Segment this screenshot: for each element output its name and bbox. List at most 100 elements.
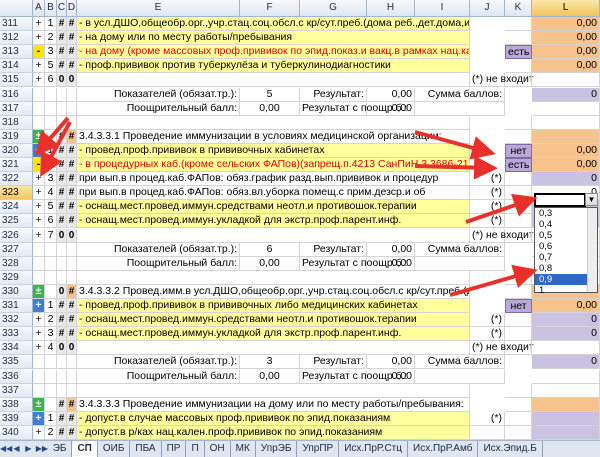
outline-toggle[interactable] — [33, 369, 45, 384]
score-cell[interactable] — [532, 115, 600, 130]
outline-toggle[interactable]: + — [33, 73, 45, 88]
row-number[interactable]: 320 — [0, 143, 33, 158]
sheet-tab[interactable]: ЭБ — [47, 441, 73, 457]
outline-toggle[interactable]: + — [33, 186, 45, 201]
outline-toggle[interactable]: + — [33, 299, 45, 313]
score-cell[interactable] — [532, 411, 600, 426]
score-cell[interactable] — [532, 425, 600, 440]
outline-toggle[interactable]: + — [33, 228, 45, 243]
row-number[interactable]: 318 — [0, 115, 33, 130]
dropdown-list[interactable]: 0,3 0,4 0,5 0,6 0,7 0,8 0,9 1 — [534, 207, 598, 296]
sheet-tab[interactable]: ПР — [161, 441, 187, 457]
column-header-e[interactable]: E — [77, 0, 240, 17]
row-number[interactable]: 331 — [0, 299, 33, 313]
score-cell[interactable] — [532, 369, 600, 384]
row-number[interactable]: 322 — [0, 172, 33, 187]
row-number[interactable]: 337 — [0, 383, 33, 398]
dropdown-option[interactable]: 0,9 — [535, 274, 587, 285]
score-cell[interactable] — [532, 341, 600, 356]
row-number[interactable]: 327 — [0, 242, 33, 257]
outline-toggle[interactable]: + — [33, 411, 45, 426]
row-number[interactable]: 340 — [0, 425, 33, 440]
outline-toggle[interactable]: + — [33, 31, 45, 46]
row-number[interactable]: 311 — [0, 17, 33, 31]
sheet-tab[interactable]: ОН — [204, 441, 231, 457]
column-header-k[interactable]: K — [505, 0, 532, 17]
score-cell[interactable]: 0,00 — [532, 45, 600, 60]
score-cell[interactable]: 0,00 — [532, 17, 600, 31]
row-number[interactable]: 321 — [0, 158, 33, 172]
score-cell[interactable]: 0,00 — [532, 59, 600, 74]
column-header-h[interactable]: H — [367, 0, 415, 17]
row-number[interactable]: 333 — [0, 327, 33, 342]
column-header-g[interactable]: G — [300, 0, 367, 17]
row-number[interactable]: 323 — [0, 186, 33, 201]
score-cell[interactable]: 0,00 — [532, 158, 600, 172]
sheet-tab[interactable]: УпрЭБ — [255, 441, 298, 457]
outline-toggle[interactable] — [33, 101, 45, 116]
sheet-tab[interactable]: УпрПР — [297, 441, 340, 457]
status-button[interactable]: есть — [505, 45, 532, 60]
outline-toggle[interactable] — [33, 87, 45, 102]
row-number[interactable]: 329 — [0, 270, 33, 285]
sheet-tab[interactable]: ОИБ — [97, 441, 131, 457]
score-cell[interactable]: 0 — [532, 355, 600, 370]
active-cell-L323[interactable] — [534, 193, 586, 207]
prev-sheet-icon[interactable]: ◀ — [12, 441, 21, 457]
first-sheet-icon[interactable]: ◀◀ — [0, 441, 12, 457]
sheet-tab[interactable]: Исх.ПрР.Амб — [408, 441, 479, 457]
score-cell[interactable] — [532, 129, 600, 144]
outline-toggle[interactable]: + — [33, 214, 45, 229]
status-button[interactable]: нет — [505, 299, 532, 313]
column-header-l[interactable]: L — [532, 0, 600, 17]
dropdown-scrollbar[interactable] — [587, 208, 597, 292]
sheet-tab[interactable]: П — [186, 441, 205, 457]
sheet-tab[interactable]: СП — [72, 441, 98, 457]
outline-toggle[interactable]: - — [33, 45, 45, 60]
row-number[interactable]: 328 — [0, 256, 33, 271]
outline-toggle[interactable]: + — [33, 59, 45, 74]
row-number[interactable]: 332 — [0, 313, 33, 328]
row-number[interactable]: 334 — [0, 341, 33, 356]
dropdown-option[interactable]: 1 — [535, 285, 587, 296]
row-number[interactable]: 335 — [0, 355, 33, 370]
column-header-b[interactable]: B — [45, 0, 57, 17]
dropdown-option[interactable]: 0,4 — [535, 219, 587, 230]
row-number[interactable]: 339 — [0, 411, 33, 426]
outline-toggle[interactable]: - — [33, 158, 45, 172]
row-number[interactable]: 330 — [0, 284, 33, 299]
dropdown-arrow-icon[interactable]: ▼ — [585, 193, 598, 206]
status-button[interactable]: есть — [505, 158, 532, 172]
sheet-tab[interactable]: МК — [230, 441, 256, 457]
column-header-f[interactable]: F — [240, 0, 300, 17]
outline-toggle[interactable] — [33, 270, 45, 285]
score-cell[interactable] — [532, 397, 600, 412]
score-cell[interactable]: 0 — [532, 327, 600, 342]
outline-toggle[interactable] — [33, 115, 45, 130]
score-cell[interactable]: 0,00 — [532, 299, 600, 313]
outline-toggle[interactable]: ± — [33, 129, 45, 144]
score-cell[interactable] — [532, 101, 600, 116]
dropdown-option[interactable]: 0,7 — [535, 252, 587, 263]
outline-toggle[interactable]: ± — [33, 397, 45, 412]
score-cell[interactable] — [532, 73, 600, 88]
column-header-c[interactable]: C — [57, 0, 67, 17]
outline-toggle[interactable]: + — [33, 200, 45, 215]
row-number[interactable]: 312 — [0, 31, 33, 46]
score-cell[interactable]: 0,00 — [532, 143, 600, 158]
row-number[interactable]: 313 — [0, 45, 33, 60]
row-number[interactable]: 325 — [0, 214, 33, 229]
last-sheet-icon[interactable]: ▶▶ — [36, 441, 48, 457]
column-header-i[interactable]: I — [415, 0, 470, 17]
score-cell[interactable] — [532, 383, 600, 398]
dropdown-option[interactable]: 0,5 — [535, 230, 587, 241]
status-button[interactable]: нет — [505, 143, 532, 158]
row-number[interactable]: 315 — [0, 73, 33, 88]
outline-toggle[interactable]: + — [33, 17, 45, 31]
outline-toggle[interactable] — [33, 256, 45, 271]
select-all-corner[interactable] — [0, 0, 33, 17]
outline-toggle[interactable]: + — [33, 143, 45, 158]
column-header-d[interactable]: D — [67, 0, 77, 17]
outline-toggle[interactable]: + — [33, 327, 45, 342]
row-number[interactable]: 317 — [0, 101, 33, 116]
